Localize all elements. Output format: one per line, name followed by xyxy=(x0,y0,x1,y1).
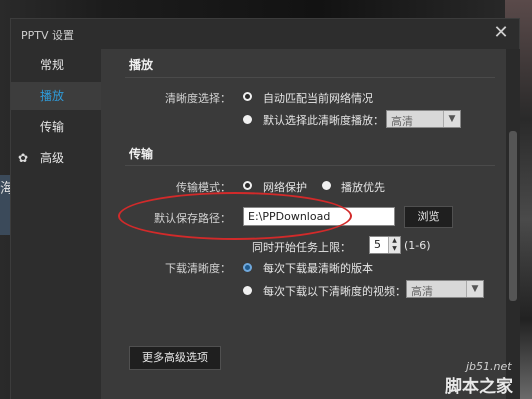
download-clarity-select[interactable]: 高清 ▼ xyxy=(406,280,484,298)
default-clarity-select[interactable]: 高清 ▼ xyxy=(386,110,461,128)
chevron-down-icon: ▼ xyxy=(466,281,483,297)
sidebar-item-label: 播放 xyxy=(40,89,65,103)
section-title-playback: 播放 xyxy=(129,58,154,72)
clarity-default-radio[interactable] xyxy=(243,115,252,124)
chevron-down-icon: ▼ xyxy=(443,111,460,127)
sidebar-item-general[interactable]: 常规 xyxy=(11,51,101,79)
window-title: PPTV 设置 xyxy=(21,29,75,42)
mode-playback-radio[interactable] xyxy=(322,181,331,190)
stepper-value: 5 xyxy=(374,238,381,251)
settings-sidebar: 常规 播放 传输 ✿ 高级 xyxy=(11,49,101,399)
task-limit-range: (1-6) xyxy=(404,239,431,252)
download-below-label[interactable]: 每次下载以下清晰度的视频： xyxy=(263,283,406,299)
clarity-default-label[interactable]: 默认选择此清晰度播放： xyxy=(263,112,384,128)
section-divider xyxy=(125,77,495,78)
download-best-label[interactable]: 每次下载最清晰的版本 xyxy=(263,260,373,276)
title-bar: PPTV 设置 ✕ xyxy=(11,19,519,49)
clarity-auto-radio[interactable] xyxy=(243,92,252,101)
scrollbar-thumb[interactable] xyxy=(509,131,517,301)
chevron-down-icon[interactable]: ▼ xyxy=(389,245,400,253)
browse-button[interactable]: 浏览 xyxy=(404,206,453,228)
mode-network-radio[interactable] xyxy=(243,181,252,190)
download-below-radio[interactable] xyxy=(243,286,252,295)
task-limit-stepper[interactable]: 5 ▲ ▼ xyxy=(369,236,401,254)
highlight-ring xyxy=(118,192,352,240)
task-limit-label: 同时开始任务上限： xyxy=(252,241,351,254)
gear-icon: ✿ xyxy=(18,151,29,165)
close-icon[interactable]: ✕ xyxy=(491,23,511,43)
mode-playback-label[interactable]: 播放优先 xyxy=(341,179,385,195)
download-clarity-label: 下载清晰度： xyxy=(165,262,231,275)
sidebar-item-advanced[interactable]: ✿ 高级 xyxy=(11,144,101,172)
select-value: 高清 xyxy=(411,285,433,298)
stepper-arrows: ▲ ▼ xyxy=(388,237,400,253)
clarity-label: 清晰度选择： xyxy=(165,92,231,105)
download-best-radio[interactable] xyxy=(243,263,252,272)
watermark-logo: 脚本之家 xyxy=(445,377,513,397)
more-advanced-button[interactable]: 更多高级选项 xyxy=(129,346,221,370)
sidebar-item-transfer[interactable]: 传输 xyxy=(11,113,101,141)
sidebar-item-label: 常规 xyxy=(40,58,65,72)
chevron-up-icon[interactable]: ▲ xyxy=(389,237,400,245)
section-divider xyxy=(125,165,495,166)
select-value: 高清 xyxy=(391,115,413,128)
sidebar-item-label: 高级 xyxy=(40,151,65,165)
content-scrollbar[interactable] xyxy=(506,49,520,399)
section-title-transfer: 传输 xyxy=(129,147,154,161)
sidebar-item-playback[interactable]: 播放 xyxy=(11,82,101,110)
clarity-auto-label[interactable]: 自动匹配当前网络情况 xyxy=(263,90,373,106)
sidebar-item-label: 传输 xyxy=(40,120,65,134)
